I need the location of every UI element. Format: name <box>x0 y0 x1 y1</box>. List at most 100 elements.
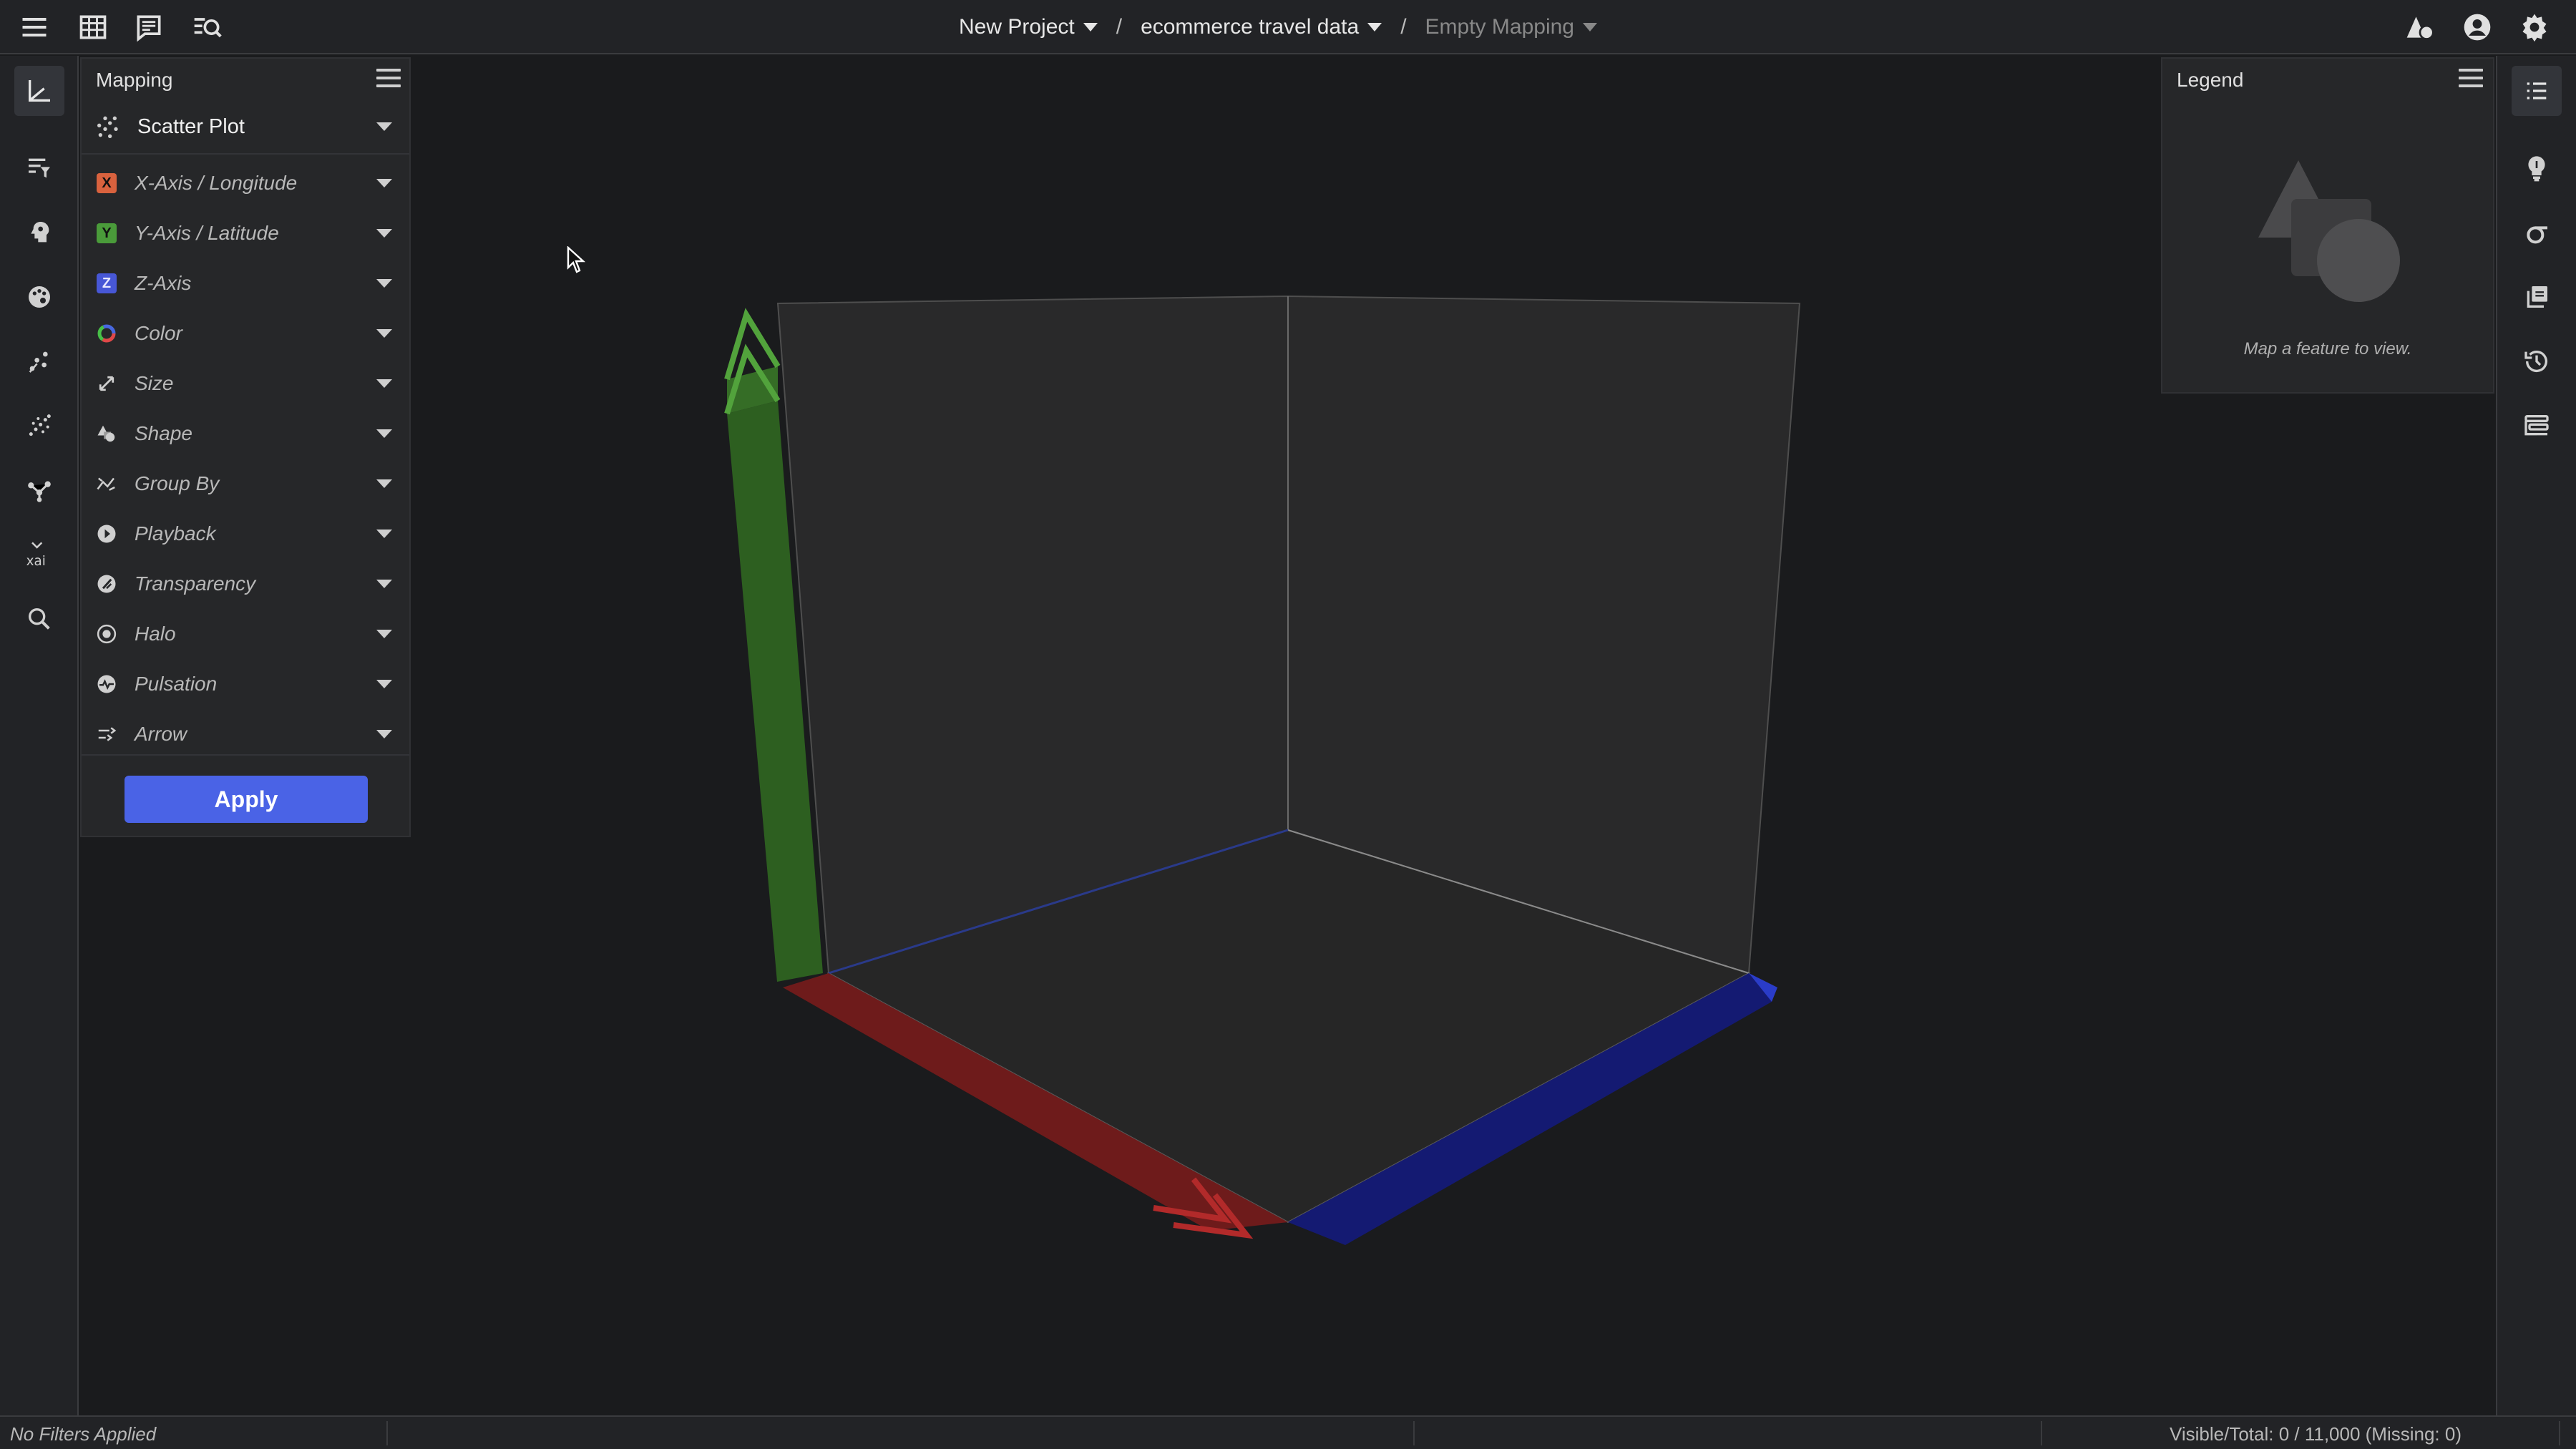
gear-icon[interactable] <box>2517 10 2552 44</box>
size-mapping[interactable]: Size <box>94 365 395 402</box>
mapping-row-label: Halo <box>135 623 176 645</box>
pulse-icon <box>97 675 116 693</box>
legend-toggle[interactable] <box>2512 66 2562 116</box>
table-icon[interactable] <box>76 10 110 44</box>
chevron-down-icon <box>1582 23 1597 31</box>
list-icon <box>2527 82 2547 99</box>
insights-tool[interactable] <box>2512 143 2562 193</box>
mapping-panel: Mapping Scatter Plot X X-Axis / Longitud… <box>80 57 411 837</box>
group-by-icon <box>97 477 115 491</box>
top-bar: New Project / ecommerce travel data / Em… <box>0 0 2576 54</box>
chevron-down-icon <box>376 630 392 638</box>
mapping-row-label: Color <box>135 322 182 344</box>
lightbulb-icon <box>2528 156 2545 182</box>
filters-status[interactable]: No Filters Applied <box>10 1423 156 1445</box>
y-axis-mapping[interactable]: Y Y-Axis / Latitude <box>94 215 395 252</box>
chevron-down-icon <box>376 179 392 187</box>
mouse-cursor-icon <box>567 246 586 273</box>
x-axis-mapping[interactable]: X X-Axis / Longitude <box>94 165 395 202</box>
search-tool[interactable] <box>14 594 64 644</box>
shapes-icon <box>97 425 115 442</box>
hamburger-menu-icon[interactable] <box>17 10 52 44</box>
cluster-icon <box>29 414 51 436</box>
arrow-mapping[interactable]: Arrow <box>94 716 395 753</box>
play-circle-icon <box>97 525 116 543</box>
dataset-name: ecommerce travel data <box>1141 15 1360 39</box>
plot-type-select[interactable]: Scatter Plot <box>94 109 395 145</box>
filter-tool[interactable] <box>14 143 64 193</box>
mapping-row-label: Arrow <box>135 723 187 745</box>
axes-icon <box>29 80 50 102</box>
notes-icon[interactable] <box>132 10 166 44</box>
history-tool[interactable] <box>2512 336 2562 386</box>
history-icon <box>2524 351 2547 373</box>
halo-mapping[interactable]: Halo <box>94 615 395 653</box>
chevron-down-icon <box>376 379 392 388</box>
scatter-icon <box>29 351 48 373</box>
chevron-down-icon <box>376 730 392 738</box>
xai-tool[interactable]: xai <box>14 530 64 580</box>
plot-type-label: Scatter Plot <box>137 114 245 138</box>
panel-menu-icon[interactable] <box>2459 69 2483 90</box>
mapping-row-label: Pulsation <box>135 673 218 695</box>
palette-icon <box>29 286 50 308</box>
resize-icon <box>99 376 114 391</box>
arrow-icon <box>98 727 117 741</box>
color-mapping[interactable]: Color <box>94 315 395 352</box>
shapes-placeholder-icon <box>2258 160 2400 302</box>
copy-icon <box>2527 286 2547 308</box>
panel-menu-icon[interactable] <box>376 69 401 90</box>
chevron-down-icon <box>376 429 392 438</box>
breadcrumb-separator: / <box>1400 15 1407 39</box>
z-axis-badge-icon: Z <box>97 273 117 293</box>
filter-icon <box>29 158 50 178</box>
chevron-down-icon <box>376 479 392 488</box>
z-axis-mapping[interactable]: Z Z-Axis <box>94 265 395 302</box>
pulsation-mapping[interactable]: Pulsation <box>94 665 395 703</box>
alerts-icon[interactable] <box>2403 10 2437 44</box>
palette-tool[interactable] <box>14 272 64 322</box>
chevron-down-icon <box>376 122 392 131</box>
apply-button[interactable]: Apply <box>125 776 368 823</box>
account-icon[interactable] <box>2460 10 2494 44</box>
ml-tool[interactable] <box>14 208 64 258</box>
breadcrumb-separator: / <box>1116 15 1123 39</box>
transparency-mapping[interactable]: Transparency <box>94 565 395 602</box>
mapping-row-label: Group By <box>135 472 220 494</box>
network-tool[interactable] <box>14 465 64 515</box>
mapping-selector[interactable]: Empty Mapping <box>1425 15 1597 39</box>
chevron-down-icon <box>376 279 392 288</box>
status-bar: No Filters Applied Visible/Total: 0 / 11… <box>0 1415 2576 1449</box>
mapping-row-label: Z-Axis <box>135 272 192 294</box>
scatter-tool[interactable] <box>14 336 64 386</box>
axes-tool[interactable] <box>14 66 64 116</box>
layers-tool[interactable] <box>2512 401 2562 451</box>
project-selector[interactable]: New Project <box>959 15 1098 39</box>
panel-title: Legend <box>2177 69 2244 91</box>
search-icon <box>29 608 50 630</box>
chevron-down-icon <box>376 329 392 338</box>
group-by-mapping[interactable]: Group By <box>94 465 395 502</box>
mapping-row-label: Transparency <box>135 572 256 595</box>
legend-panel: Legend Map a feature to view. <box>2161 57 2494 394</box>
svg-text:xai: xai <box>26 554 46 569</box>
chevron-down-icon <box>376 530 392 538</box>
dataset-selector[interactable]: ecommerce travel data <box>1141 15 1382 39</box>
cluster-tool[interactable] <box>14 401 64 451</box>
chevron-down-icon <box>1367 23 1382 31</box>
shape-mapping[interactable]: Shape <box>94 415 395 452</box>
scatter-plot-icon <box>97 116 118 138</box>
network-icon <box>28 481 51 502</box>
data-search-icon[interactable] <box>190 10 225 44</box>
playback-mapping[interactable]: Playback <box>94 515 395 552</box>
left-tool-rail: xai <box>0 56 79 1415</box>
transparency-icon <box>97 575 116 593</box>
copy-tool[interactable] <box>2512 272 2562 322</box>
x-axis-badge-icon: X <box>97 173 117 193</box>
y-axis-badge-icon: Y <box>97 223 117 243</box>
brain-icon <box>31 222 49 243</box>
halo-icon <box>97 624 117 644</box>
statistics-tool[interactable] <box>2512 208 2562 258</box>
mapping-row-label: Y-Axis / Latitude <box>135 222 279 244</box>
chevron-down-icon <box>1083 23 1098 31</box>
